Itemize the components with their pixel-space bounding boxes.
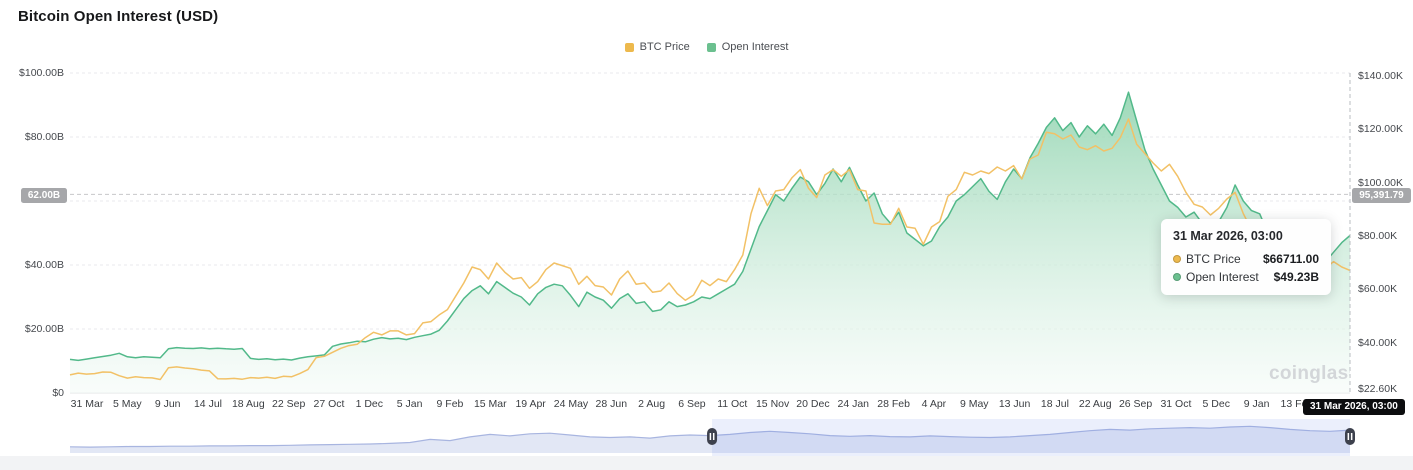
legend-item-open-interest[interactable]: Open Interest xyxy=(707,41,789,53)
y-axis-label-left: $40.00B xyxy=(0,259,64,271)
y-axis-label-right: $80.00K xyxy=(1358,230,1413,242)
y-axis-label-right: $22.60K xyxy=(1358,383,1413,395)
coinglass-watermark: coinglass xyxy=(1264,360,1350,388)
crosshair-date-label: 31 Mar 2026, 03:00 xyxy=(1303,399,1405,415)
tooltip-date: 31 Mar 2026, 03:00 xyxy=(1173,229,1319,243)
navigator-handle-left[interactable] xyxy=(707,428,717,445)
tooltip-row-btc-price: BTC Price $66711.00 xyxy=(1173,252,1319,266)
y-axis-label-right: $60.00K xyxy=(1358,283,1413,295)
page-background-strip xyxy=(0,456,1413,470)
tooltip-label: BTC Price xyxy=(1186,252,1241,266)
y-axis-label-left: $20.00B xyxy=(0,323,64,335)
pause-bar-icon xyxy=(710,433,712,440)
navigator-handle-right[interactable] xyxy=(1345,428,1355,445)
navigator-selected-range[interactable] xyxy=(712,419,1350,456)
pause-bar-icon xyxy=(1348,433,1350,440)
page-title: Bitcoin Open Interest (USD) xyxy=(18,8,218,25)
tooltip-label: Open Interest xyxy=(1186,270,1259,284)
btc-price-swatch-icon xyxy=(625,43,634,52)
y-axis-label-left: $80.00B xyxy=(0,131,64,143)
tooltip-row-open-interest: Open Interest $49.23B xyxy=(1173,270,1319,284)
y-axis-label-right: $100.00K xyxy=(1358,177,1413,189)
y-axis-label-left: $0 xyxy=(0,387,64,399)
y-axis-label-right: $40.00K xyxy=(1358,337,1413,349)
legend-label: BTC Price xyxy=(640,41,690,53)
right-axis-current-value-badge: 95,391.79 xyxy=(1352,188,1411,203)
y-axis-label-left: $100.00B xyxy=(0,67,64,79)
tooltip: 31 Mar 2026, 03:00 BTC Price $66711.00 O… xyxy=(1161,219,1331,295)
watermark-text: coinglass xyxy=(1269,363,1350,385)
legend-item-btc-price[interactable]: BTC Price xyxy=(625,41,690,53)
open-interest-swatch-icon xyxy=(707,43,716,52)
tooltip-value: $66711.00 xyxy=(1263,252,1319,266)
y-axis-label-right: $140.00K xyxy=(1358,70,1413,82)
legend-label: Open Interest xyxy=(722,41,789,53)
pause-bar-icon xyxy=(713,433,715,440)
legend: BTC Price Open Interest xyxy=(0,41,1413,53)
open-interest-chart-panel: Bitcoin Open Interest (USD) BTC Price Op… xyxy=(0,0,1413,470)
left-axis-current-value-badge: 62.00B xyxy=(21,188,67,203)
tooltip-value: $49.23B xyxy=(1274,270,1319,284)
btc-price-dot-icon xyxy=(1173,255,1181,263)
pause-bar-icon xyxy=(1351,433,1353,440)
y-axis-label-right: $120.00K xyxy=(1358,123,1413,135)
open-interest-dot-icon xyxy=(1173,273,1181,281)
